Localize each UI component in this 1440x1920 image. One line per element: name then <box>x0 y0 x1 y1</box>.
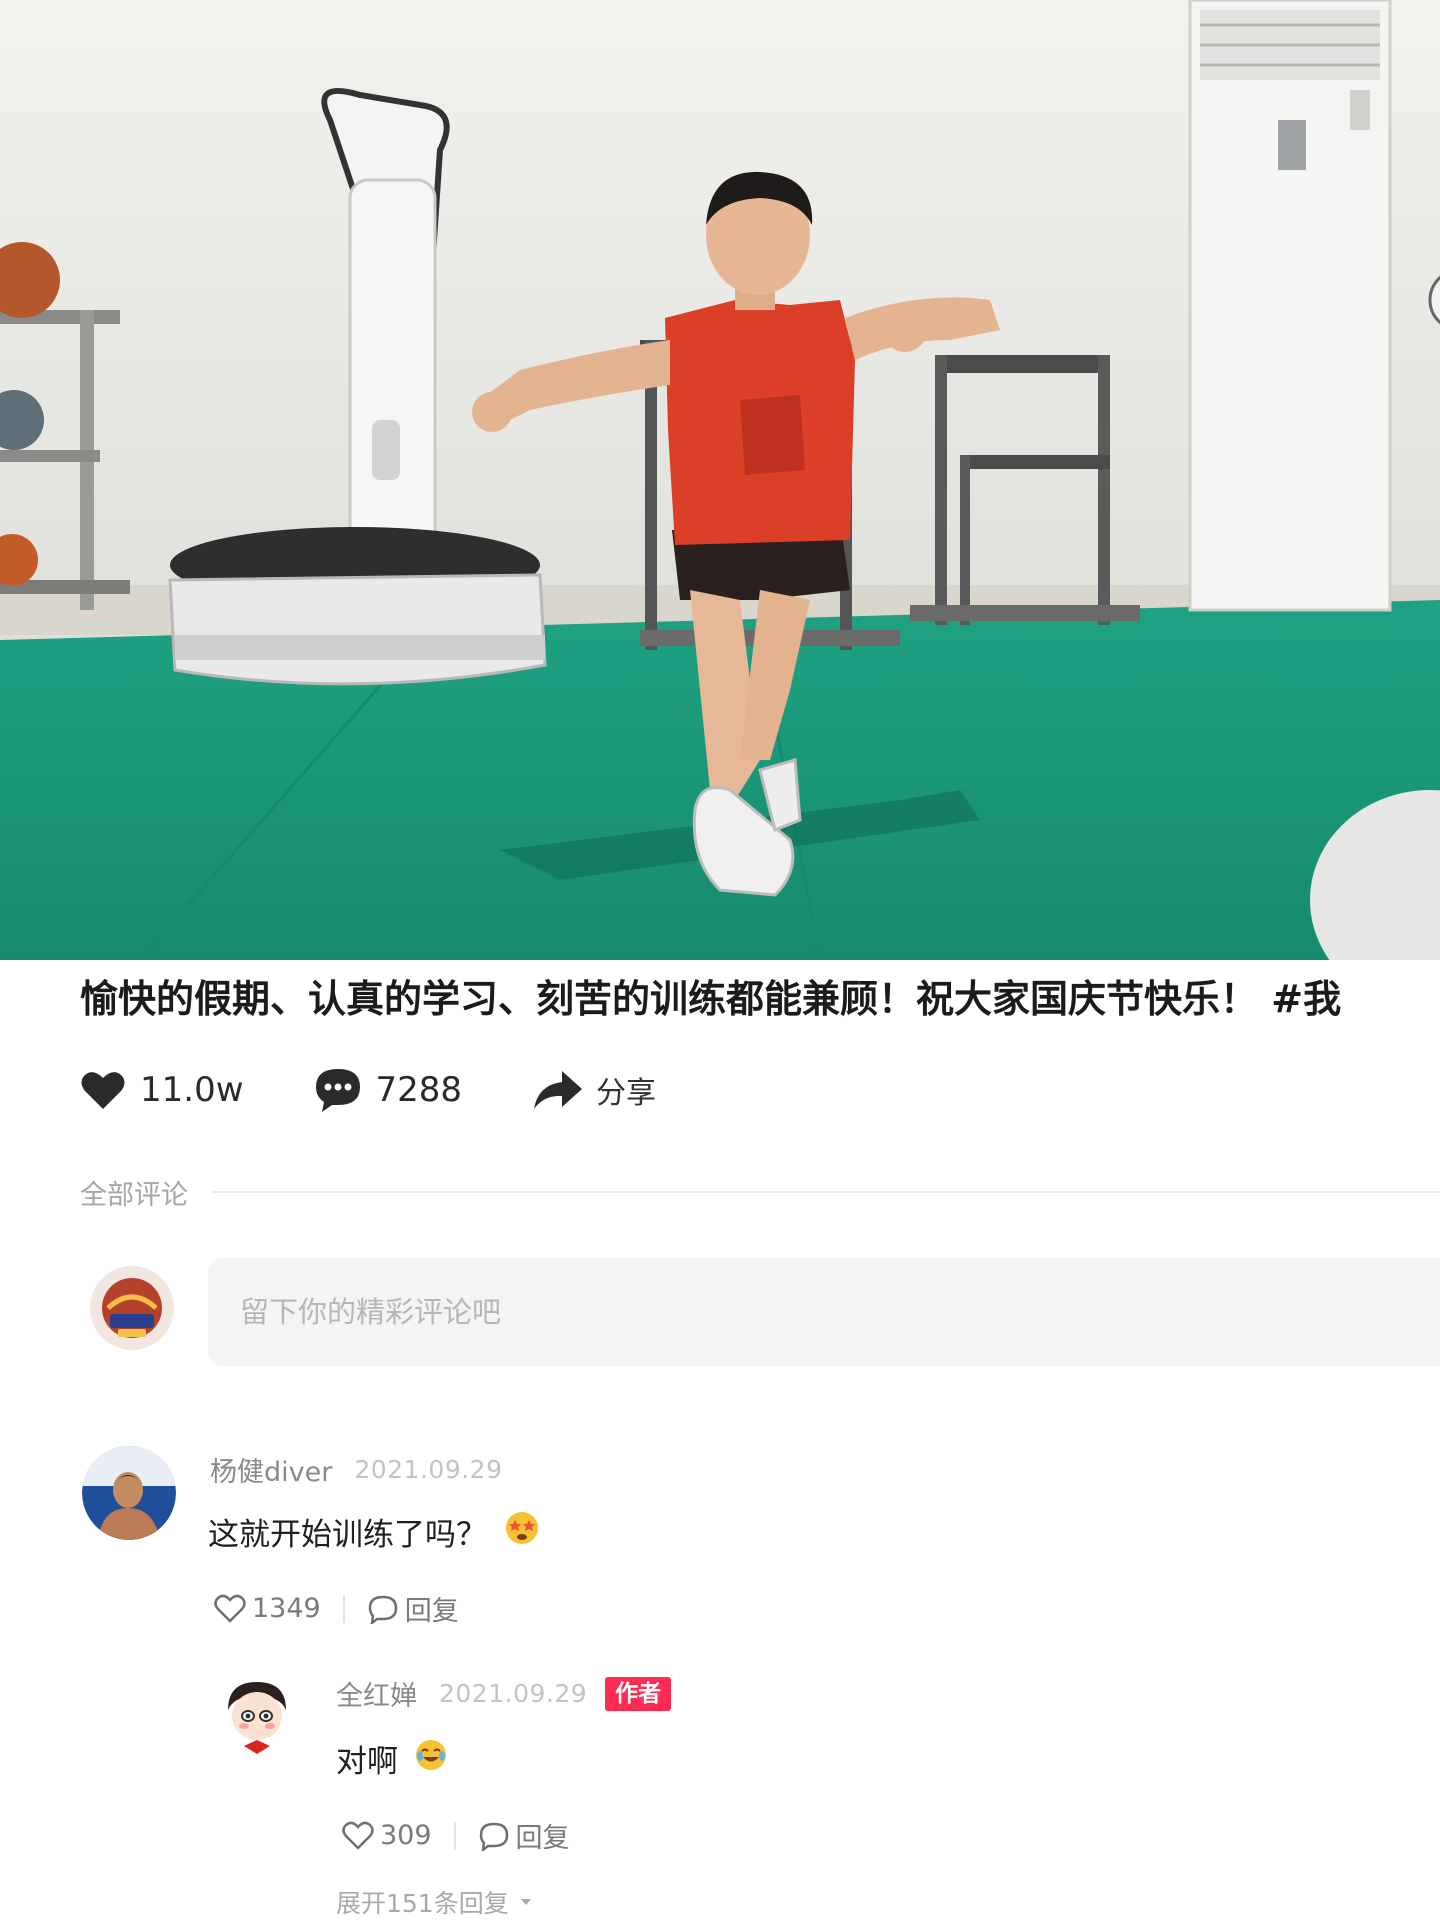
reply-text: 对啊 <box>336 1736 448 1781</box>
reply-reply-label: 回复 <box>515 1823 570 1854</box>
heart-outline-icon <box>214 1594 246 1623</box>
reply-header: 全红婵 2021.09.29 作者 <box>336 1674 672 1713</box>
divider <box>342 1594 345 1623</box>
share-arrow-icon <box>534 1071 583 1109</box>
avatar[interactable] <box>214 1670 300 1756</box>
reply-body: 对啊 <box>336 1744 398 1780</box>
current-user-avatar <box>90 1266 174 1350</box>
crying-laughing-emoji-icon <box>414 1738 448 1780</box>
reply-bubble-icon <box>368 1595 397 1624</box>
reply-like-button[interactable]: 309 <box>342 1820 432 1851</box>
heart-icon <box>81 1072 125 1109</box>
comment-count: 7288 <box>375 1070 463 1110</box>
like-button[interactable]: 11.0w <box>80 1069 244 1111</box>
comment-meta: 1349 回复 <box>214 1589 459 1628</box>
comment-reply-button[interactable]: 回复 <box>367 1589 459 1628</box>
comment-reply-label: 回复 <box>404 1596 459 1627</box>
comment-button[interactable]: 7288 <box>314 1067 463 1113</box>
comments-header: 全部评论 <box>80 1170 1440 1214</box>
expand-replies-link[interactable]: 展开151条回复 <box>336 1884 535 1920</box>
author-badge: 作者 <box>605 1676 672 1711</box>
divider <box>453 1821 456 1850</box>
comment-like-count: 1349 <box>252 1593 321 1624</box>
comments-header-label: 全部评论 <box>80 1179 188 1211</box>
reply-username[interactable]: 全红婵 <box>336 1674 417 1713</box>
video-frame[interactable] <box>0 0 1440 960</box>
reply-like-count: 309 <box>380 1820 432 1851</box>
expand-replies-label: 展开151条回复 <box>336 1889 509 1918</box>
post-actions: 11.0w 7288 分享 <box>80 1052 726 1128</box>
post-caption: 愉快的假期、认真的学习、刻苦的训练都能兼顾！祝大家国庆节快乐！ #我 <box>80 977 1342 1021</box>
share-label: 分享 <box>596 1076 657 1111</box>
training-scene <box>0 0 1440 960</box>
comment-bubble-icon <box>315 1069 360 1112</box>
chevron-down-icon <box>520 1899 531 1905</box>
heart-outline-icon <box>342 1821 374 1850</box>
comment-body: 这就开始训练了吗？ <box>208 1516 487 1553</box>
comment-time: 2021.09.29 <box>354 1455 503 1484</box>
reply-bubble-icon <box>479 1822 508 1851</box>
comment-header: 杨健diver 2021.09.29 <box>210 1450 502 1489</box>
comment-input[interactable] <box>208 1258 1440 1366</box>
reply-time: 2021.09.29 <box>439 1679 588 1708</box>
like-count: 11.0w <box>140 1070 244 1110</box>
comment-text: 这就开始训练了吗？ <box>208 1508 541 1554</box>
divider <box>212 1191 1440 1193</box>
reply-meta: 309 回复 <box>342 1816 570 1855</box>
reply-reply-button[interactable]: 回复 <box>478 1816 570 1855</box>
comment-like-button[interactable]: 1349 <box>214 1593 321 1624</box>
avatar[interactable] <box>82 1446 176 1540</box>
share-button[interactable]: 分享 <box>532 1068 656 1112</box>
star-struck-emoji-icon <box>503 1508 541 1554</box>
comment-username[interactable]: 杨健diver <box>210 1450 332 1489</box>
